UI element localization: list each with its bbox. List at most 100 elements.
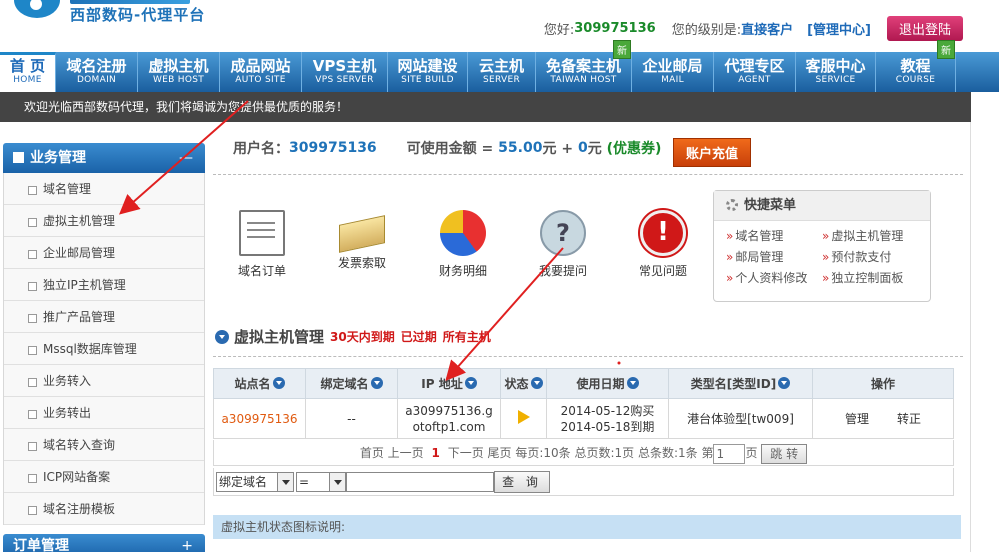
- nav-mail[interactable]: 企业邮局 MAIL: [632, 52, 714, 92]
- filter-expired[interactable]: 已过期: [401, 328, 437, 345]
- sort-icon[interactable]: [626, 377, 639, 389]
- sort-icon[interactable]: [464, 377, 477, 389]
- sidebar-item-promo[interactable]: 推广产品管理: [4, 301, 204, 333]
- sort-icon[interactable]: [272, 377, 285, 389]
- cell-ip: a309975136.gotoftp1.com: [397, 398, 501, 439]
- manage-center-link[interactable]: [管理中心]: [807, 19, 871, 38]
- sidebar-section-business[interactable]: 业务管理 —: [3, 143, 205, 173]
- new-badge: 新: [937, 40, 955, 59]
- quick-menu-links: 域名管理 虚拟主机管理 邮局管理 预付款支付 个人资料修改 独立控制面板: [714, 221, 930, 286]
- cell-ops: 管理 转正: [812, 398, 954, 439]
- expand-icon[interactable]: +: [181, 534, 193, 552]
- welcome-bar: 欢迎光临西部数码代理，我们将竭诚为您提供最优质的服务！: [0, 92, 971, 122]
- level-label: 您的级别是:: [671, 22, 742, 38]
- sort-icon[interactable]: [778, 377, 791, 389]
- nav-agent[interactable]: 代理专区 AGENT: [714, 52, 796, 92]
- nav-vps[interactable]: VPS主机 VPS SERVER: [302, 52, 388, 92]
- sidebar-item-icp[interactable]: ICP网站备案: [4, 461, 204, 493]
- nav-cloud[interactable]: 云主机 SERVER: [468, 52, 536, 92]
- user-bar: 您好: 309975136 您的级别是: 直接客户 [管理中心] 退出登陆: [543, 15, 999, 41]
- quick-menu-item[interactable]: 个人资料修改: [726, 269, 822, 286]
- quick-menu-item[interactable]: 独立控制面板: [822, 269, 926, 286]
- quick-menu-item[interactable]: 虚拟主机管理: [822, 227, 926, 244]
- quick-menu-item[interactable]: 域名管理: [726, 227, 822, 244]
- running-status-icon: [517, 410, 530, 424]
- nav-autosite[interactable]: 成品网站 AUTO SITE: [220, 52, 302, 92]
- sidebar-item-domain[interactable]: 域名管理: [4, 173, 204, 205]
- logo-icon[interactable]: [14, 0, 60, 18]
- cell-status: [500, 398, 547, 439]
- coupon-label: (优惠券): [606, 141, 662, 157]
- table-row: a309975136 -- a309975136.gotoftp1.com 20…: [213, 398, 954, 439]
- recharge-button[interactable]: 账户充值: [673, 138, 752, 167]
- col-domain[interactable]: 绑定域名: [305, 368, 398, 399]
- search-input[interactable]: [346, 471, 494, 492]
- cell-domain: --: [305, 398, 398, 439]
- logout-button[interactable]: 退出登陆: [886, 15, 963, 41]
- quick-invoice[interactable]: 发票索取: [317, 210, 407, 271]
- page-jump-input[interactable]: 1: [713, 443, 746, 464]
- col-site[interactable]: 站点名: [213, 368, 306, 399]
- manage-link[interactable]: 管理: [845, 412, 869, 426]
- divider: [213, 174, 963, 175]
- sidebar-item-ip-host[interactable]: 独立IP主机管理: [4, 269, 204, 301]
- section-title: 虚拟主机管理 30天内到期 已过期 所有主机: [215, 326, 491, 347]
- query-button[interactable]: 查 询: [494, 470, 550, 493]
- logo-text: 西部数码-代理平台: [70, 6, 206, 24]
- quick-menu: 快捷菜单 域名管理 虚拟主机管理 邮局管理 预付款支付 个人资料修改 独立控制面…: [713, 190, 931, 302]
- sort-icon[interactable]: [370, 377, 383, 389]
- jump-button[interactable]: 跳 转: [761, 443, 808, 464]
- nav-webhost[interactable]: 虚拟主机 WEB HOST: [138, 52, 220, 92]
- nav-home[interactable]: 首 页 HOME: [0, 52, 56, 92]
- nav-taiwanhost[interactable]: 新免备案主机 TAIWAN HOST: [536, 40, 632, 92]
- field-select[interactable]: 绑定域名: [216, 471, 294, 492]
- collapse-icon[interactable]: —: [179, 143, 193, 173]
- greeting-label: 您好:: [543, 22, 575, 38]
- quick-menu-item[interactable]: 邮局管理: [726, 248, 822, 265]
- section-arrow-icon: [215, 329, 229, 344]
- nav-sitebuild[interactable]: 网站建设 SITE BUILD: [388, 52, 468, 92]
- col-date[interactable]: 使用日期: [546, 368, 669, 399]
- operator-select[interactable]: =: [296, 471, 346, 492]
- col-status[interactable]: 状态: [500, 368, 547, 399]
- chevron-down-icon: [329, 472, 345, 491]
- sidebar-item-domain-transfer[interactable]: 域名转入查询: [4, 429, 204, 461]
- sidebar-item-transfer-out[interactable]: 业务转出: [4, 397, 204, 429]
- quick-faq[interactable]: ! 常见问题: [618, 210, 708, 279]
- question-icon: ?: [540, 210, 586, 256]
- sort-icon[interactable]: [530, 377, 543, 389]
- account-username: 309975136: [289, 140, 377, 156]
- sidebar-section-orders[interactable]: 订单管理 +: [3, 534, 205, 552]
- col-ip[interactable]: IP 地址: [397, 368, 501, 399]
- quick-ask[interactable]: ? 我要提问: [518, 210, 608, 279]
- sidebar-list: 域名管理 虚拟主机管理 企业邮局管理 独立IP主机管理 推广产品管理 Mssql…: [3, 173, 205, 525]
- nav-course[interactable]: 新教程 COURSE: [876, 40, 956, 92]
- filter-30days[interactable]: 30天内到期: [330, 328, 395, 345]
- user-id: 309975136: [574, 20, 656, 36]
- level-value[interactable]: 直接客户: [741, 19, 793, 38]
- hosts-table: 站点名 绑定域名 IP 地址 状态 使用日期 类型名[类型ID] 操作 a309…: [213, 368, 954, 439]
- main-nav: 首 页 HOME 域名注册 DOMAIN 虚拟主机 WEB HOST 成品网站 AUTO…: [0, 40, 999, 92]
- site-link[interactable]: a309975136: [221, 412, 297, 426]
- content-border: [970, 122, 971, 552]
- sidebar-item-template[interactable]: 域名注册模板: [4, 493, 204, 525]
- nav-domain[interactable]: 域名注册 DOMAIN: [56, 52, 138, 92]
- sidebar-item-vhost[interactable]: 虚拟主机管理: [4, 205, 204, 237]
- sidebar-item-mail[interactable]: 企业邮局管理: [4, 237, 204, 269]
- filter-all[interactable]: 所有主机: [443, 328, 491, 345]
- account-balance: 55.00: [498, 140, 543, 156]
- current-page: 1: [431, 446, 440, 460]
- sidebar-item-mssql[interactable]: Mssql数据库管理: [4, 333, 204, 365]
- new-badge: 新: [613, 40, 631, 59]
- quick-domain-orders[interactable]: 域名订单: [217, 210, 307, 279]
- convert-link[interactable]: 转正: [897, 412, 921, 426]
- quick-finance[interactable]: 财务明细: [418, 210, 508, 279]
- cell-date: 2014-05-12购买 2014-05-18到期: [546, 398, 669, 439]
- col-ops: 操作: [812, 368, 954, 399]
- nav-service[interactable]: 客服中心 SERVICE: [796, 52, 876, 92]
- col-type[interactable]: 类型名[类型ID]: [668, 368, 813, 399]
- account-summary: 用户名： 309975136 可使用金额 = 55.00 元 + 0 元 (优惠…: [233, 140, 662, 157]
- faq-icon: !: [640, 210, 686, 256]
- quick-menu-item[interactable]: 预付款支付: [822, 248, 926, 265]
- sidebar-item-transfer-in[interactable]: 业务转入: [4, 365, 204, 397]
